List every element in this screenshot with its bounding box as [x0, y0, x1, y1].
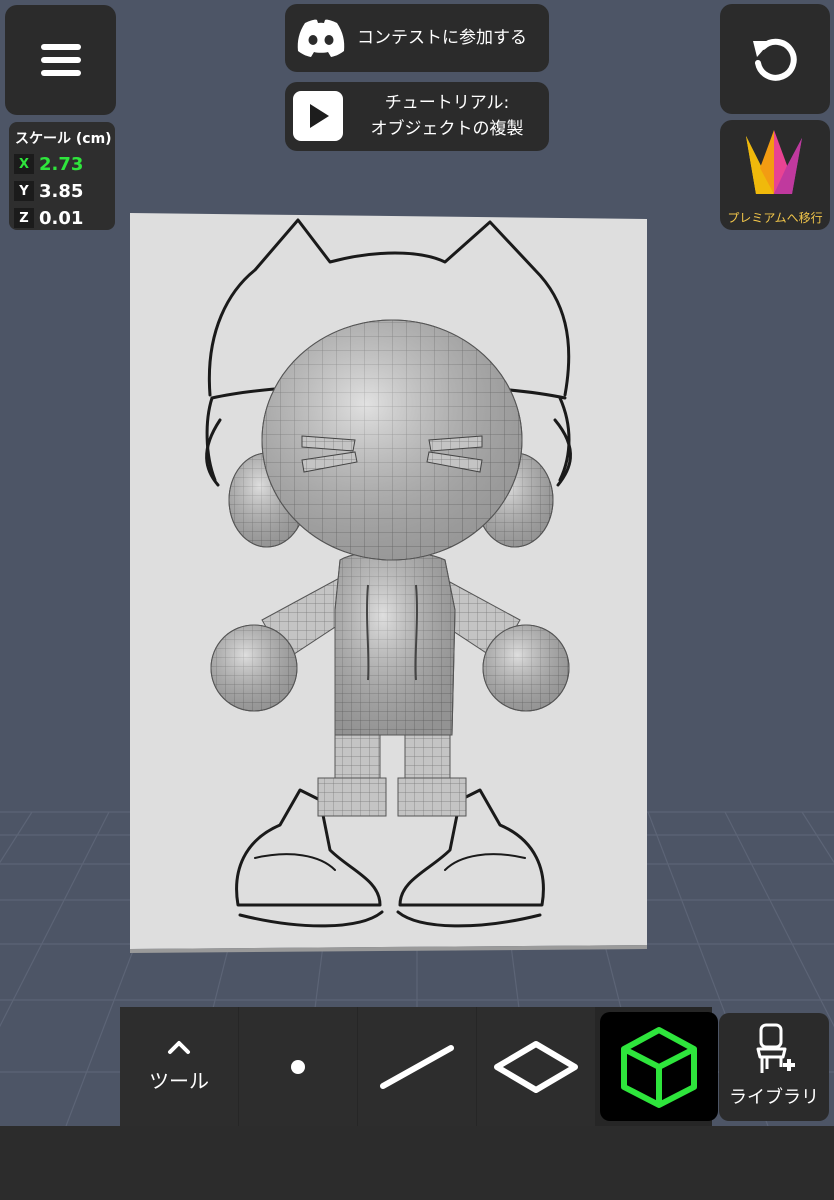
chair-add-icon: [756, 1023, 795, 1073]
tools-toggle-button[interactable]: ツール: [120, 1007, 238, 1126]
axis-y-value: 3.85: [39, 180, 84, 202]
undo-button[interactable]: [720, 4, 830, 114]
menu-button[interactable]: [5, 5, 116, 115]
point-tool-icon: [291, 1059, 305, 1074]
tutorial-label-line2: オブジェクトの複製: [370, 119, 524, 139]
axis-z-key: Z: [14, 208, 34, 228]
axis-y-key: Y: [14, 181, 34, 201]
library-label: ライブラリ: [729, 1087, 819, 1108]
line-tool-icon: [380, 1044, 454, 1089]
crown-icon: [746, 130, 802, 194]
tutorial-label: チュートリアル: オブジェクトの複製: [345, 90, 549, 142]
hamburger-menu-icon: [40, 44, 81, 76]
scale-readout: スケール (cm) X 2.73 Y 3.85 Z 0.01: [9, 122, 115, 230]
axis-z-value: 0.01: [39, 207, 84, 229]
cube-tool-icon: [621, 1026, 697, 1108]
tutorial-button[interactable]: チュートリアル: オブジェクトの複製: [285, 82, 549, 151]
join-contest-button[interactable]: コンテストに参加する: [285, 4, 549, 72]
cube-tool-button[interactable]: [600, 1012, 718, 1121]
bottom-bar: [0, 1126, 834, 1200]
tools-label: ツール: [149, 1069, 209, 1093]
discord-icon: [297, 19, 345, 57]
premium-label: プレミアムへ移行: [727, 211, 823, 225]
library-button[interactable]: ライブラリ: [719, 1013, 829, 1121]
tutorial-label-line1: チュートリアル:: [384, 93, 510, 113]
axis-x-key: X: [14, 154, 34, 174]
line-tool-button[interactable]: [358, 1007, 476, 1126]
axis-x-value: 2.73: [39, 153, 84, 175]
chevron-up-icon: [168, 1041, 190, 1054]
scale-title: スケール (cm): [15, 131, 112, 147]
scale-row-y[interactable]: Y 3.85: [14, 180, 83, 202]
point-tool-button[interactable]: [239, 1007, 357, 1126]
join-contest-label: コンテストに参加する: [357, 28, 527, 48]
play-icon: [310, 104, 329, 128]
play-icon-box: [293, 91, 343, 141]
undo-icon: [753, 38, 797, 81]
scale-row-z[interactable]: Z 0.01: [14, 207, 83, 229]
scale-row-x[interactable]: X 2.73: [14, 153, 83, 175]
premium-button[interactable]: プレミアムへ移行: [720, 120, 830, 230]
toolbar: ツール: [120, 1007, 718, 1126]
plane-tool-button[interactable]: [477, 1007, 595, 1126]
plane-tool-icon: [494, 1040, 578, 1093]
